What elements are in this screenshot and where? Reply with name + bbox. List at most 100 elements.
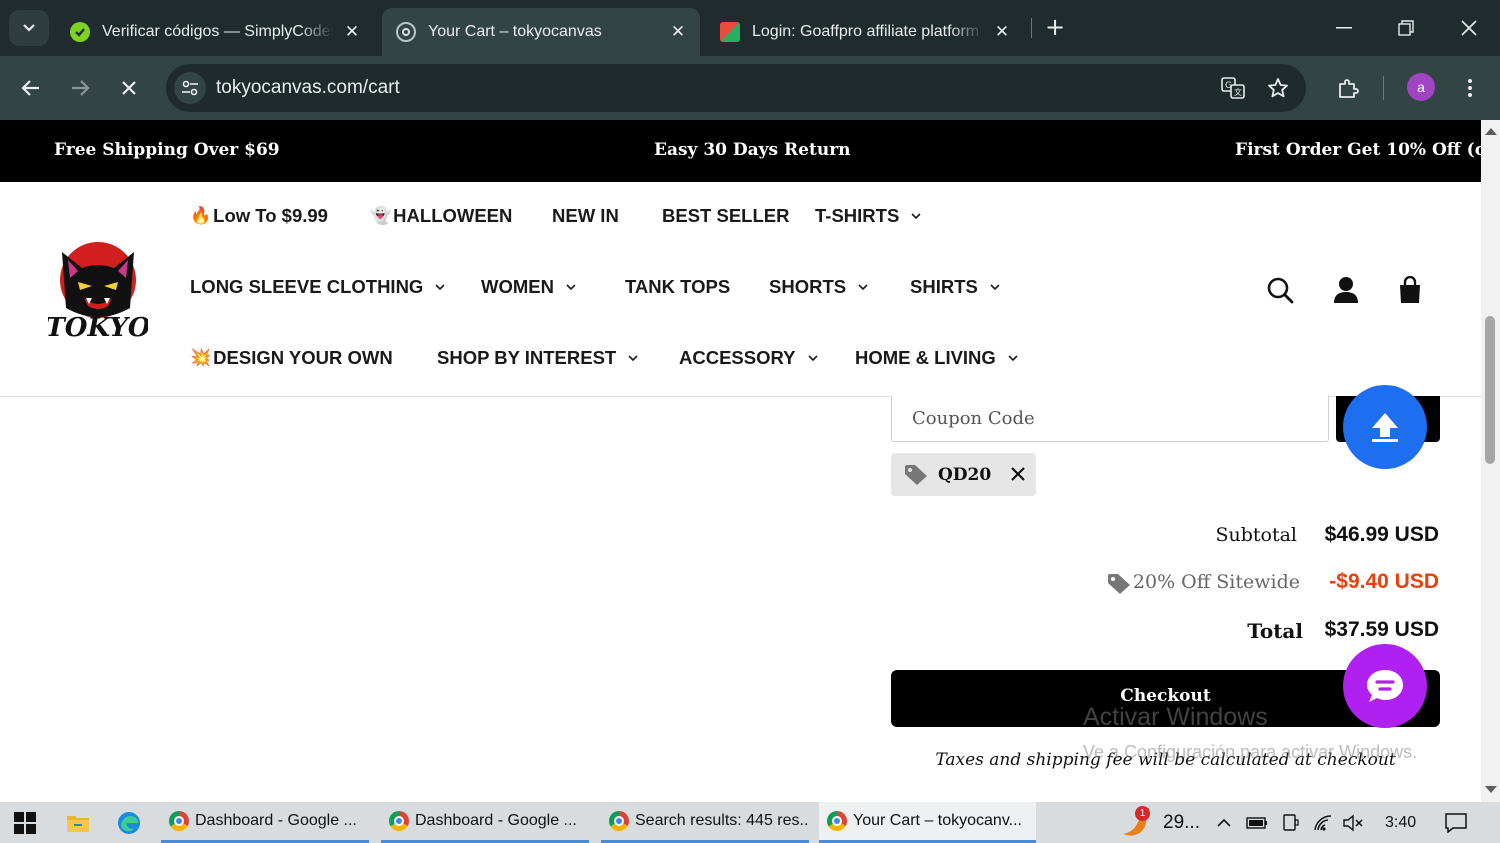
tab-separator — [1031, 18, 1032, 38]
close-tab-icon[interactable]: ✕ — [992, 22, 1012, 42]
scroll-down-arrow-icon[interactable] — [1485, 786, 1497, 793]
nav-home-and-living[interactable]: HOME & LIVING — [855, 347, 1018, 369]
edge-browser-icon[interactable] — [113, 807, 145, 839]
applied-coupon-code: QD20 — [938, 464, 992, 485]
tab-goaffpro[interactable]: Login: Goaffpro affiliate platform ✕ — [706, 8, 1024, 56]
chevron-down-icon — [858, 284, 868, 291]
nav-shirts[interactable]: SHIRTS — [910, 276, 1000, 298]
tab-title: Login: Goaffpro affiliate platform — [752, 23, 980, 40]
back-arrow-icon[interactable] — [13, 70, 49, 106]
close-tab-icon[interactable]: ✕ — [668, 22, 688, 42]
taskbar-app-dashboard-2[interactable]: Dashboard - Google ... — [381, 802, 589, 843]
bookmark-star-icon[interactable] — [1266, 76, 1290, 100]
search-icon[interactable] — [1264, 274, 1296, 306]
stop-loading-icon[interactable] — [111, 70, 147, 106]
chrome-icon — [389, 811, 409, 831]
nav-best-seller[interactable]: BEST SELLER — [662, 205, 789, 227]
forward-arrow-icon[interactable] — [62, 70, 98, 106]
profile-avatar[interactable]: a — [1407, 73, 1435, 101]
tab-simplycodes[interactable]: Verificar códigos — SimplyCodes ✕ — [56, 8, 374, 56]
fire-icon: 🔥 — [190, 206, 212, 225]
taskbar-app-your-cart[interactable]: Your Cart – tokyocanv... — [819, 802, 1036, 843]
chevron-down-icon — [1008, 355, 1018, 362]
windows-start-icon[interactable] — [9, 807, 41, 839]
page-scrollbar[interactable] — [1481, 120, 1500, 802]
announcement-first-order: First Order Get 10% Off (code: — [1235, 140, 1481, 160]
browser-menu-icon[interactable] — [1454, 72, 1486, 104]
volume-muted-icon[interactable] — [1338, 807, 1370, 839]
chat-widget-button[interactable] — [1343, 644, 1427, 728]
tab-title: Verificar códigos — SimplyCodes — [102, 23, 334, 40]
coupon-code-input[interactable] — [891, 396, 1329, 442]
nav-halloween[interactable]: 👻 HALLOWEEN — [370, 205, 512, 227]
minimize-icon[interactable] — [1326, 10, 1362, 46]
nav-t-shirts[interactable]: T-SHIRTS — [815, 205, 921, 227]
web-page: Free Shipping Over $69 Easy 30 Days Retu… — [0, 120, 1481, 802]
taskbar-app-search-results[interactable]: Search results: 445 res... — [601, 802, 809, 843]
chevron-down-icon — [628, 355, 638, 362]
ghost-icon: 👻 — [370, 206, 392, 225]
tokyo-logo[interactable]: TOKYO — [45, 238, 151, 343]
chevron-down-icon — [23, 24, 35, 32]
remove-coupon-icon[interactable] — [1008, 462, 1028, 486]
applied-coupon-chip: QD20 — [891, 453, 1036, 496]
chevron-down-icon — [566, 284, 576, 291]
close-window-icon[interactable] — [1451, 10, 1487, 46]
taskbar-app-dashboard-1[interactable]: Dashboard - Google ... — [161, 802, 369, 843]
account-icon[interactable] — [1330, 274, 1362, 306]
url-text[interactable]: tokyocanvas.com/cart — [216, 77, 400, 99]
close-tab-icon[interactable]: ✕ — [342, 22, 362, 42]
announcement-returns: Easy 30 Days Return — [654, 140, 851, 160]
arrow-up-icon — [1372, 413, 1398, 442]
nav-shop-by-interest[interactable]: SHOP BY INTEREST — [437, 347, 638, 369]
nav-low-to-999[interactable]: 🔥 Low To $9.99 — [190, 205, 328, 227]
new-tab-icon[interactable]: + — [1043, 15, 1067, 40]
nav-accessory[interactable]: ACCESSORY — [679, 347, 818, 369]
tab-your-cart[interactable]: Your Cart – tokyocanvas ✕ — [382, 8, 700, 56]
windows-activation-title: Activar Windows — [1083, 703, 1268, 731]
svg-text:文: 文 — [1234, 87, 1242, 97]
scrollbar-thumb[interactable] — [1485, 316, 1495, 464]
cart-bag-icon[interactable] — [1394, 274, 1426, 306]
device-icon[interactable] — [1274, 807, 1306, 839]
wifi-icon[interactable] — [1307, 807, 1339, 839]
nav-women[interactable]: WOMEN — [481, 276, 576, 298]
subtotal-value: $46.99 USD — [1324, 523, 1439, 546]
address-bar[interactable]: tokyocanvas.com/cart G文 — [166, 64, 1306, 112]
extensions-puzzle-icon[interactable] — [1332, 72, 1364, 104]
announcement-shipping: Free Shipping Over $69 — [54, 140, 280, 160]
translate-icon[interactable]: G文 — [1221, 76, 1245, 100]
clock[interactable]: 3:40 — [1385, 802, 1416, 843]
tab-title: Your Cart – tokyocanvas — [428, 23, 602, 40]
scroll-up-arrow-icon[interactable] — [1485, 128, 1497, 135]
show-hidden-icons-chevron-icon[interactable] — [1208, 807, 1240, 839]
tab-search-button[interactable] — [9, 10, 49, 46]
chevron-down-icon — [990, 284, 1000, 291]
subtotal-label: Subtotal — [1215, 524, 1297, 546]
weather-temp: 29... — [1163, 811, 1200, 833]
nav-shorts[interactable]: SHORTS — [769, 276, 868, 298]
windows-taskbar: Dashboard - Google ... Dashboard - Googl… — [0, 802, 1500, 843]
site-header: TOKYO 🔥 Low To $9.99 👻 HALLOWEEN NEW IN BE… — [0, 182, 1481, 397]
site-info-icon[interactable] — [174, 72, 206, 104]
nav-long-sleeve-clothing[interactable]: LONG SLEEVE CLOTHING — [190, 276, 445, 298]
nav-design-your-own[interactable]: 💥 DESIGN YOUR OWN — [190, 347, 393, 369]
chrome-icon — [827, 811, 847, 831]
total-value: $37.59 USD — [1324, 618, 1439, 641]
chat-icon — [1367, 670, 1403, 702]
tag-icon — [905, 464, 927, 485]
battery-icon[interactable] — [1241, 807, 1273, 839]
restore-icon[interactable] — [1388, 10, 1424, 46]
weather-widget[interactable]: 1 29... — [1119, 802, 1200, 843]
chevron-down-icon — [911, 213, 921, 220]
notifications-icon[interactable] — [1440, 807, 1472, 839]
chrome-icon — [609, 811, 629, 831]
nav-tank-tops[interactable]: TANK TOPS — [625, 276, 730, 298]
nav-new-in[interactable]: NEW IN — [552, 205, 619, 227]
chrome-icon — [169, 811, 189, 831]
discount-label: 20% Off Sitewide — [1132, 571, 1300, 593]
scroll-to-top-button[interactable] — [1343, 385, 1427, 469]
loading-spinner-icon — [396, 22, 416, 42]
file-explorer-icon[interactable] — [62, 807, 94, 839]
browser-tab-strip: Verificar códigos — SimplyCodes ✕ Your C… — [0, 0, 1500, 56]
